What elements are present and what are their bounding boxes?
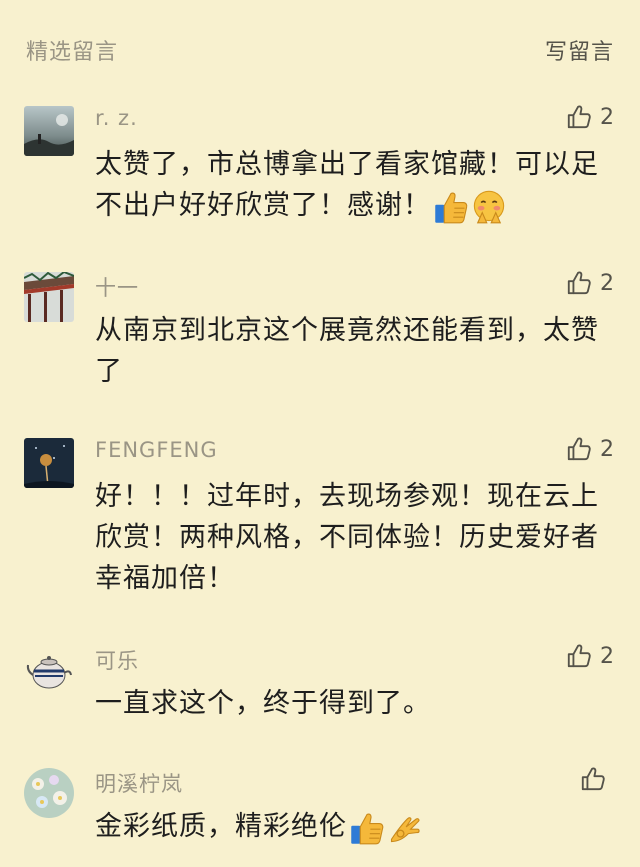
nickname[interactable]: FENGFENG [95, 438, 218, 462]
thumbs-up-emoji-icon [349, 810, 385, 846]
nickname[interactable]: 十一 [95, 272, 139, 302]
avatar[interactable] [24, 106, 74, 156]
section-title: 精选留言 [26, 40, 119, 65]
flushed-hands-emoji-icon [471, 189, 507, 225]
comment-text: 好！！！过年时，去现场参观！现在云上欣赏！两种风格，不同体验！历史爱好者幸福加倍… [95, 481, 599, 594]
comments-header: 精选留言 写留言 [0, 0, 640, 100]
write-comment-button[interactable]: 写留言 [545, 34, 614, 66]
comment-text: 金彩纸质，精彩绝伦 [95, 806, 625, 847]
comment-body: 太赞了，市总博拿出了看家馆藏！可以足不出户好好欣赏了！感谢！ [95, 149, 599, 221]
like-count: 2 [600, 104, 614, 130]
avatar[interactable] [24, 768, 74, 818]
thumbs-up-icon[interactable] [566, 436, 592, 462]
comment-text: 太赞了，市总博拿出了看家馆藏！可以足不出户好好欣赏了！感谢！ [95, 144, 625, 226]
comment-text: 从南京到北京这个展竟然还能看到，太赞了 [95, 315, 599, 387]
like-button[interactable]: 2 [566, 270, 614, 296]
nickname[interactable]: 可乐 [95, 645, 139, 675]
like-button[interactable]: 2 [566, 643, 614, 669]
like-count: 2 [600, 643, 614, 669]
thumbs-up-icon[interactable] [580, 766, 606, 792]
like-button[interactable] [580, 766, 614, 792]
avatar[interactable] [24, 272, 74, 322]
thumbs-up-icon[interactable] [566, 270, 592, 296]
avatar[interactable] [24, 438, 74, 488]
avatar[interactable] [24, 645, 74, 695]
like-button[interactable]: 2 [566, 104, 614, 130]
like-button[interactable]: 2 [566, 436, 614, 462]
nickname[interactable]: r. z. [95, 106, 138, 130]
like-count: 2 [600, 270, 614, 296]
comment-text: 一直求这个，终于得到了。 [95, 688, 431, 719]
ok-hand-emoji-icon [387, 810, 423, 846]
thumbs-up-icon[interactable] [566, 643, 592, 669]
thumbs-up-icon[interactable] [566, 104, 592, 130]
thumbs-up-emoji-icon [433, 189, 469, 225]
nickname[interactable]: 明溪柠岚 [95, 768, 183, 798]
like-count: 2 [600, 436, 614, 462]
comment-body: 金彩纸质，精彩绝伦 [95, 811, 347, 842]
